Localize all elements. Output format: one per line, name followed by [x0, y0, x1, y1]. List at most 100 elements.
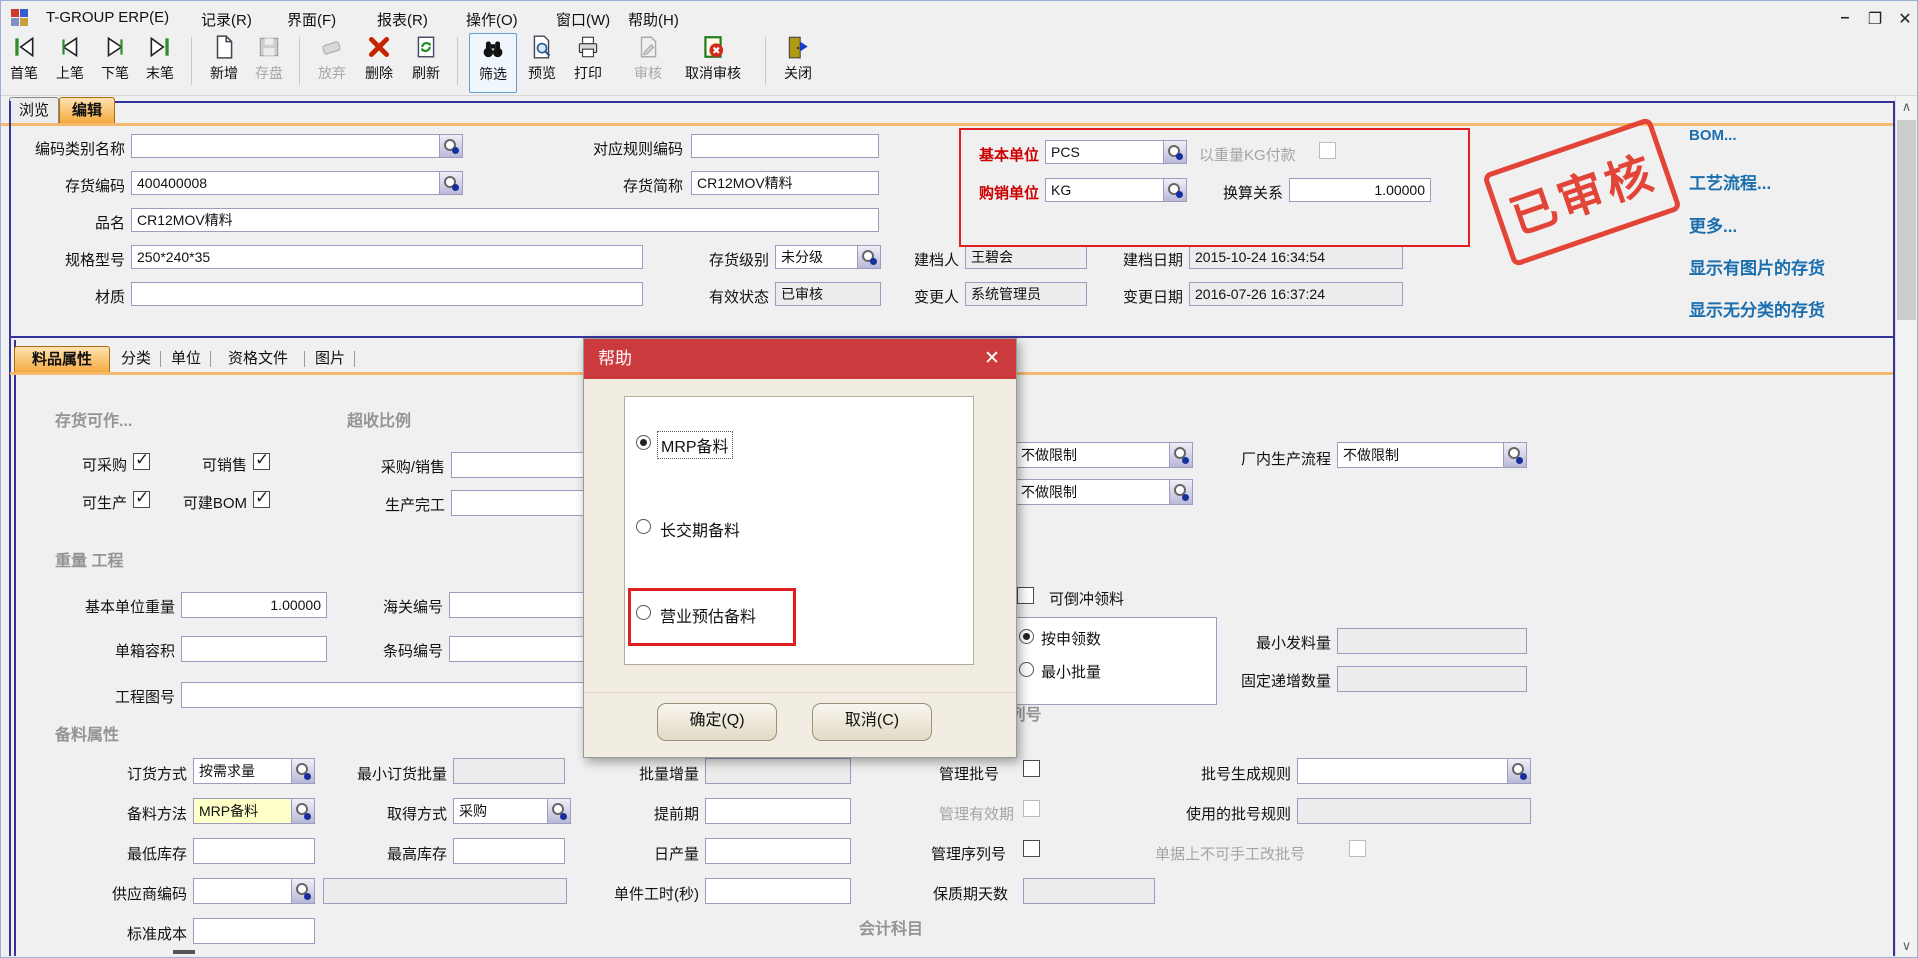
drawing-no-field[interactable] — [181, 682, 585, 708]
menu-interface[interactable]: 界面(F) — [287, 9, 336, 30]
new-button[interactable]: 新增 — [203, 33, 245, 91]
lookup-icon[interactable] — [1503, 443, 1526, 467]
std-cost-field[interactable] — [193, 918, 315, 944]
lookup-icon[interactable] — [291, 799, 314, 823]
item-code-field[interactable]: 400400008 — [131, 171, 463, 195]
manage-serial-checkbox[interactable] — [1023, 840, 1040, 857]
link-process-flow[interactable]: 工艺流程... — [1689, 169, 1771, 194]
refresh-button[interactable]: 刷新 — [405, 33, 447, 91]
barcode-field[interactable] — [449, 636, 599, 662]
item-abbr-field[interactable]: CR12MOV精料 — [691, 171, 879, 195]
lookup-icon[interactable] — [1169, 480, 1192, 504]
menu-operation[interactable]: 操作(O) — [466, 9, 518, 30]
tab-edit[interactable]: 编辑 — [59, 97, 115, 123]
preview-button[interactable]: 预览 — [521, 33, 563, 91]
scrollbar-thumb[interactable] — [1897, 120, 1916, 320]
print-button[interactable]: 打印 — [567, 33, 609, 91]
link-show-uncategorized[interactable]: 显示无分类的存货 — [1689, 296, 1825, 321]
conversion-field[interactable]: 1.00000 — [1289, 178, 1431, 202]
lookup-icon[interactable] — [439, 172, 462, 194]
menu-window[interactable]: 窗口(W) — [556, 9, 610, 30]
dialog-close-icon[interactable]: ✕ — [978, 339, 1006, 379]
coding-category-field[interactable] — [131, 134, 463, 158]
subtab-qualification-files[interactable]: 资格文件 — [214, 346, 302, 372]
lookup-icon[interactable] — [1163, 179, 1186, 201]
material-field[interactable] — [131, 282, 643, 306]
prep-method-field[interactable]: MRP备料 — [193, 798, 315, 824]
restore-button[interactable]: ❐ — [1863, 9, 1887, 29]
prev-record-button[interactable]: 上笔 — [49, 33, 91, 91]
can-purchase-checkbox[interactable] — [133, 453, 150, 470]
lookup-icon[interactable] — [1169, 443, 1192, 467]
scroll-up-icon[interactable]: ∧ — [1896, 96, 1917, 118]
menu-report[interactable]: 报表(R) — [377, 9, 428, 30]
box-volume-field[interactable] — [181, 636, 327, 662]
tab-browse[interactable]: 浏览 — [9, 97, 59, 123]
menu-help[interactable]: 帮助(H) — [628, 9, 679, 30]
daily-output-field[interactable] — [705, 838, 851, 864]
subtab-unit[interactable]: 单位 — [164, 346, 208, 372]
trade-unit-field[interactable]: KG — [1045, 178, 1187, 202]
order-method-field[interactable]: 按需求量 — [193, 758, 315, 784]
minimize-button[interactable]: – — [1833, 9, 1857, 27]
delete-button[interactable]: 删除 — [358, 33, 400, 91]
lookup-icon[interactable] — [1163, 141, 1186, 163]
item-level-field[interactable]: 未分级 — [775, 245, 881, 269]
max-stock-field[interactable] — [453, 838, 565, 864]
item-name-field[interactable]: CR12MOV精料 — [131, 208, 879, 232]
can-sell-checkbox[interactable] — [253, 453, 270, 470]
min-stock-field[interactable] — [193, 838, 315, 864]
issue-min-batch-radio[interactable] — [1019, 662, 1034, 677]
last-record-button[interactable]: 末笔 — [139, 33, 181, 91]
lookup-icon[interactable] — [547, 799, 570, 823]
cancel-audit-button[interactable]: 取消审核 — [673, 33, 753, 91]
restriction-field-2[interactable]: 不做限制 — [1015, 479, 1193, 505]
filter-button[interactable]: 筛选 — [469, 33, 517, 93]
mrp-prep-radio[interactable] — [636, 435, 651, 450]
acquire-method-field[interactable]: 采购 — [453, 798, 571, 824]
spec-field[interactable]: 250*240*35 — [131, 245, 643, 269]
purchase-sales-field[interactable] — [451, 452, 601, 478]
next-record-button[interactable]: 下笔 — [95, 33, 135, 91]
unit-hours-field[interactable] — [705, 878, 851, 904]
lookup-icon[interactable] — [439, 135, 462, 157]
issue-by-request-radio[interactable] — [1019, 629, 1034, 644]
base-unit-field[interactable]: PCS — [1045, 140, 1187, 164]
link-show-with-images[interactable]: 显示有图片的存货 — [1689, 254, 1825, 279]
link-bom[interactable]: BOM... — [1689, 127, 1737, 144]
vertical-scrollbar[interactable]: ∧ ∨ — [1895, 96, 1917, 957]
rule-code-field[interactable] — [691, 134, 879, 158]
can-bom-checkbox[interactable] — [253, 491, 270, 508]
factory-flow-field[interactable]: 不做限制 — [1337, 442, 1527, 468]
mrp-prep-label[interactable]: MRP备料 — [658, 432, 732, 458]
dialog-cancel-button[interactable]: 取消(C) — [812, 703, 932, 741]
lookup-icon[interactable] — [1507, 759, 1530, 783]
subtab-item-attributes[interactable]: 料品属性 — [14, 346, 110, 373]
first-record-button[interactable]: 首笔 — [3, 33, 45, 91]
production-done-field[interactable] — [451, 490, 601, 516]
lookup-icon[interactable] — [291, 879, 314, 903]
manage-batch-checkbox[interactable] — [1023, 760, 1040, 777]
subtab-category[interactable]: 分类 — [114, 346, 158, 372]
save-button[interactable]: 存盘 — [248, 33, 290, 91]
customs-code-field[interactable] — [449, 592, 599, 618]
audit-button[interactable]: 审核 — [627, 33, 669, 91]
close-form-button[interactable]: 关闭 — [777, 33, 819, 91]
subtab-images[interactable]: 图片 — [308, 346, 352, 372]
backflush-checkbox[interactable] — [1017, 587, 1034, 604]
link-more[interactable]: 更多... — [1689, 212, 1737, 237]
lookup-icon[interactable] — [857, 246, 880, 268]
base-weight-field[interactable]: 1.00000 — [181, 592, 327, 618]
batch-rule-field[interactable] — [1297, 758, 1531, 784]
close-button[interactable]: ✕ — [1893, 9, 1917, 29]
long-leadtime-prep-radio[interactable] — [636, 519, 651, 534]
lookup-icon[interactable] — [291, 759, 314, 783]
restriction-field-1[interactable]: 不做限制 — [1015, 442, 1193, 468]
menu-record[interactable]: 记录(R) — [201, 9, 252, 30]
lead-time-field[interactable] — [705, 798, 851, 824]
dialog-ok-button[interactable]: 确定(Q) — [657, 703, 777, 741]
menu-tgroup-erp[interactable]: T-GROUP ERP(E) — [46, 9, 169, 26]
long-leadtime-prep-label[interactable]: 长交期备料 — [660, 517, 740, 541]
supplier-code-field[interactable] — [193, 878, 315, 904]
abandon-button[interactable]: 放弃 — [311, 33, 353, 91]
